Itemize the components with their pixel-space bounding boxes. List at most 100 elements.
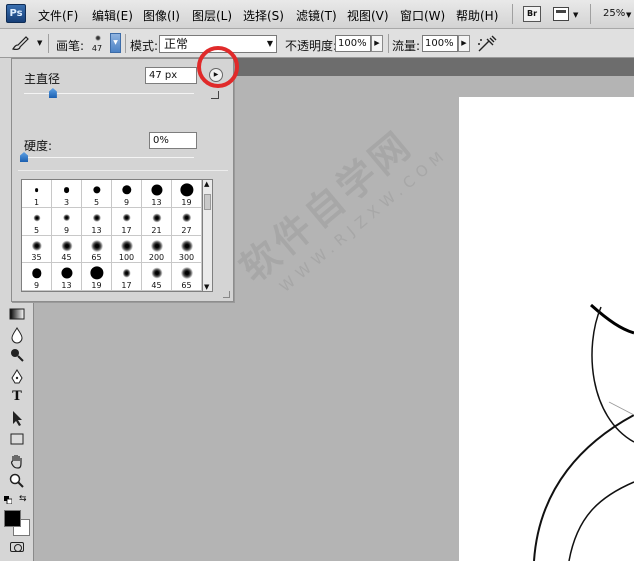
flow-slider-button[interactable]: ▶ xyxy=(458,35,470,52)
chevron-down-icon[interactable]: ▼ xyxy=(573,11,578,19)
foreground-color-swatch[interactable] xyxy=(4,510,21,527)
brush-preset-size: 45 xyxy=(61,253,72,263)
brush-preset[interactable]: 45 xyxy=(142,263,172,291)
brush-preset[interactable]: 65 xyxy=(82,235,112,264)
opacity-field[interactable]: 100% xyxy=(335,35,371,52)
hand-tool-icon[interactable] xyxy=(8,452,26,470)
brush-preset[interactable]: 21 xyxy=(142,207,172,236)
brush-preset-size: 17 xyxy=(121,281,132,290)
document-canvas[interactable] xyxy=(459,97,634,561)
airbrush-icon[interactable] xyxy=(476,34,498,54)
brush-tip-icon xyxy=(150,239,163,252)
brush-preset[interactable]: 17 xyxy=(112,263,142,291)
preset-scrollbar[interactable]: ▲ ▼ xyxy=(203,179,213,292)
view-extras-icon[interactable] xyxy=(553,7,569,21)
tool-preset-dropdown-icon[interactable]: ▼ xyxy=(37,39,42,47)
hardness-slider[interactable] xyxy=(24,157,194,158)
brush-tip-icon xyxy=(63,187,70,193)
brush-preset[interactable]: 65 xyxy=(172,263,202,291)
brush-preset[interactable]: 5 xyxy=(22,207,52,236)
brush-preset[interactable]: 27 xyxy=(172,207,202,236)
brush-preset[interactable]: 100 xyxy=(112,235,142,264)
dodge-tool-icon[interactable] xyxy=(8,346,26,364)
resize-grip[interactable] xyxy=(223,291,230,298)
brush-preset[interactable]: 300 xyxy=(172,235,202,264)
menu-separator xyxy=(512,4,513,24)
pen-tool-icon[interactable] xyxy=(8,368,26,386)
brush-tip-icon xyxy=(150,184,163,196)
menu-select[interactable]: 选择(S) xyxy=(243,7,284,24)
brush-preview[interactable]: 47 xyxy=(85,31,109,55)
flow-field[interactable]: 100% xyxy=(422,35,458,52)
opacity-slider-button[interactable]: ▶ xyxy=(371,35,383,52)
menu-image[interactable]: 图像(I) xyxy=(143,7,180,24)
brush-label: 画笔: xyxy=(56,39,85,53)
menu-view[interactable]: 视图(V) xyxy=(347,7,389,24)
quick-mask-icon[interactable] xyxy=(10,542,24,552)
path-selection-tool-icon[interactable] xyxy=(8,409,26,427)
use-sample-size-icon[interactable] xyxy=(211,91,219,99)
brush-preset[interactable]: 9 xyxy=(112,180,142,208)
flow-label: 流量: xyxy=(392,39,421,53)
mode-label: 模式: xyxy=(130,39,159,53)
brush-preset[interactable]: 45 xyxy=(52,235,82,264)
type-tool-icon[interactable]: T xyxy=(8,388,26,406)
document-tab-bar xyxy=(234,58,634,76)
brush-preset[interactable]: 1 xyxy=(22,180,52,208)
menu-filter[interactable]: 滤镜(T) xyxy=(296,7,337,24)
brush-preset[interactable]: 5 xyxy=(82,180,112,208)
brush-preset[interactable]: 35 xyxy=(22,235,52,264)
brush-preset-size: 13 xyxy=(61,281,72,290)
gradient-tool-icon[interactable] xyxy=(8,305,26,323)
scroll-thumb[interactable] xyxy=(204,194,211,210)
brush-preset[interactable]: 9 xyxy=(52,207,82,236)
swap-colors-icon[interactable]: ⇆ xyxy=(19,494,27,504)
diameter-slider-thumb[interactable] xyxy=(48,88,57,98)
brush-preset[interactable]: 13 xyxy=(142,180,172,208)
brush-preset-size: 13 xyxy=(91,225,102,235)
brush-preset[interactable]: 13 xyxy=(52,263,82,291)
brush-preset[interactable]: 200 xyxy=(142,235,172,264)
brush-preset[interactable]: 19 xyxy=(82,263,112,291)
menu-layer[interactable]: 图层(L) xyxy=(192,7,232,24)
scroll-up-icon[interactable]: ▲ xyxy=(204,180,209,188)
master-diameter-input[interactable]: 47 px xyxy=(145,67,197,84)
blur-tool-icon[interactable] xyxy=(8,326,26,344)
brush-preset-size: 45 xyxy=(151,281,162,290)
scroll-down-icon[interactable]: ▼ xyxy=(204,283,209,291)
brush-picker-button[interactable]: ▼ xyxy=(110,33,121,53)
brush-preset[interactable]: 13 xyxy=(82,207,112,236)
rectangle-tool-icon[interactable] xyxy=(8,430,26,448)
brush-preset-size: 9 xyxy=(123,197,130,207)
options-separator xyxy=(388,34,389,53)
brush-preset[interactable]: 3 xyxy=(52,180,82,208)
menu-edit[interactable]: 编辑(E) xyxy=(92,7,133,24)
menu-file[interactable]: 文件(F) xyxy=(38,7,78,24)
hardness-input[interactable]: 0% xyxy=(149,132,197,149)
zoom-level[interactable]: 25% xyxy=(603,8,625,19)
brush-preset-size: 100 xyxy=(118,253,135,263)
brush-preset-size: 5 xyxy=(93,197,100,207)
brush-preset-size: 3 xyxy=(63,197,70,207)
brush-preset-size: 1 xyxy=(33,197,40,207)
chevron-down-icon: ▼ xyxy=(266,39,273,48)
bridge-button[interactable]: Br xyxy=(523,6,541,22)
brush-tip-icon xyxy=(121,185,132,195)
brush-preset-size: 13 xyxy=(151,197,162,207)
brush-preset-size: 300 xyxy=(178,253,195,263)
brush-tip-icon xyxy=(180,239,193,252)
brush-tool-icon[interactable] xyxy=(10,35,30,51)
menu-window[interactable]: 窗口(W) xyxy=(400,7,445,24)
zoom-tool-icon[interactable] xyxy=(8,472,26,490)
zoom-dropdown-icon[interactable]: ▼ xyxy=(626,11,631,19)
brush-tip-icon xyxy=(62,213,71,222)
brush-preset[interactable]: 9 xyxy=(22,263,52,291)
hardness-label: 硬度: xyxy=(24,139,53,153)
default-colors-icon[interactable] xyxy=(4,496,12,504)
brush-tip-icon xyxy=(31,268,42,278)
menu-help[interactable]: 帮助(H) xyxy=(456,7,498,24)
brush-tip-icon xyxy=(92,213,101,222)
brush-preset[interactable]: 19 xyxy=(172,180,202,208)
brush-preset[interactable]: 17 xyxy=(112,207,142,236)
brush-tip-icon xyxy=(95,35,101,41)
